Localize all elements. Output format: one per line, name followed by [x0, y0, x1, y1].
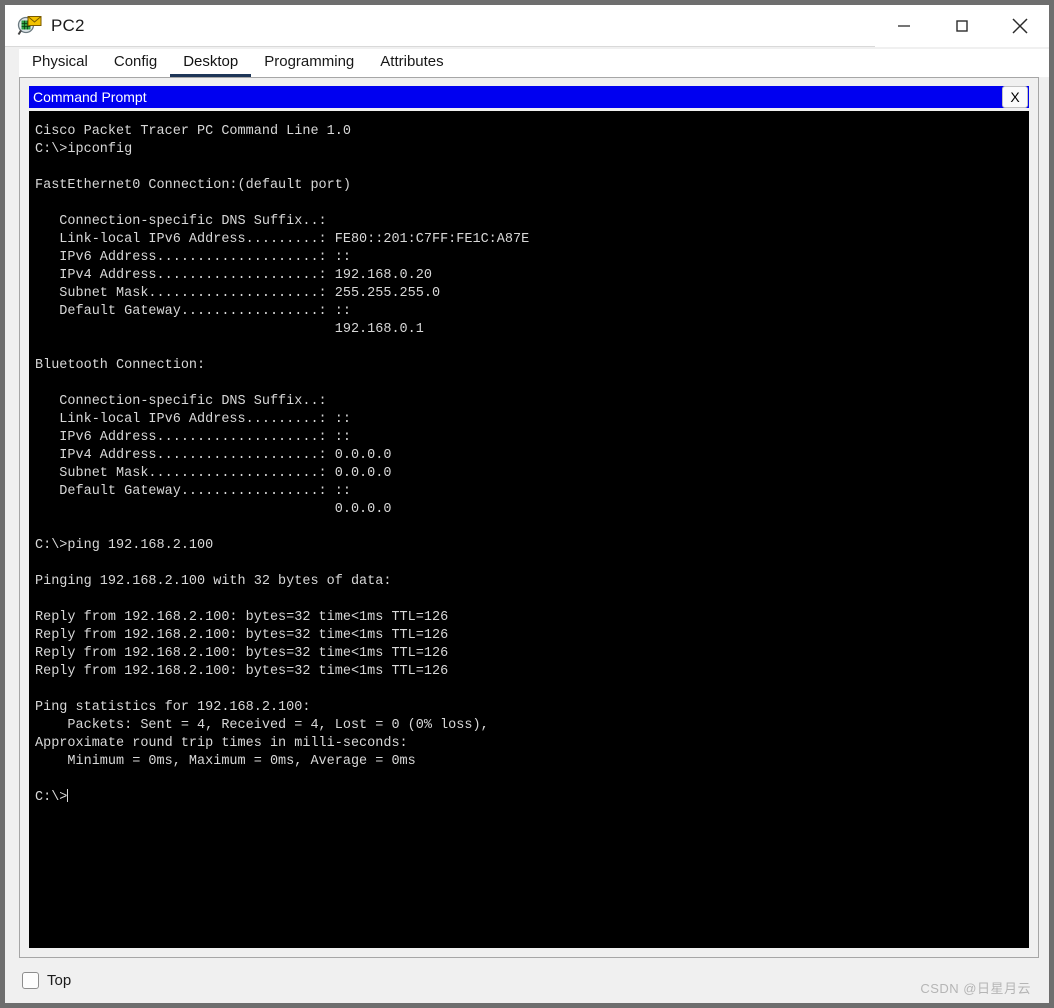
window-title: PC2: [51, 15, 85, 35]
tab-config[interactable]: Config: [100, 49, 171, 77]
maximize-button[interactable]: [933, 4, 991, 47]
top-checkbox[interactable]: [22, 972, 39, 989]
top-checkbox-label: Top: [47, 972, 72, 989]
command-prompt-titlebar: Command Prompt X: [29, 86, 1029, 108]
maximize-icon: [952, 16, 972, 36]
tab-programming[interactable]: Programming: [251, 49, 368, 77]
terminal-line: Connection-specific DNS Suffix..:: [35, 214, 327, 229]
terminal-output[interactable]: Cisco Packet Tracer PC Command Line 1.0 C…: [29, 111, 1029, 948]
terminal-line: Pinging 192.168.2.100 with 32 bytes of d…: [35, 574, 392, 589]
terminal-line: Bluetooth Connection:: [35, 358, 206, 373]
window-footer: Top CSDN @日星月云: [19, 957, 1039, 1003]
terminal-line: Link-local IPv6 Address.........: FE80::…: [35, 232, 530, 247]
terminal-cursor: [67, 789, 69, 802]
packet-tracer-device-icon: [17, 13, 43, 39]
minimize-button[interactable]: [875, 4, 933, 47]
terminal-line: Minimum = 0ms, Maximum = 0ms, Average = …: [35, 754, 416, 769]
terminal-line: IPv4 Address....................: 192.16…: [35, 268, 432, 283]
terminal-line: Subnet Mask.....................: 255.25…: [35, 286, 441, 301]
tab-label: Attributes: [380, 52, 444, 70]
command-prompt-title: Command Prompt: [33, 89, 147, 105]
tab-strip-filler: [456, 49, 1049, 77]
device-tab-strip: Physical Config Desktop Programming Attr…: [5, 47, 1049, 77]
terminal-line: Cisco Packet Tracer PC Command Line 1.0: [35, 124, 351, 139]
terminal-line: Connection-specific DNS Suffix..:: [35, 394, 327, 409]
tab-label: Desktop: [183, 52, 239, 70]
command-prompt-close-button[interactable]: X: [1002, 86, 1028, 108]
tab-desktop[interactable]: Desktop: [170, 49, 252, 77]
terminal-line: Approximate round trip times in milli-se…: [35, 736, 408, 751]
terminal-line: Subnet Mask.....................: 0.0.0.…: [35, 466, 392, 481]
terminal-line: Default Gateway.................: ::: [35, 484, 351, 499]
tab-attributes[interactable]: Attributes: [367, 49, 457, 77]
terminal-line: C:\>ping 192.168.2.100: [35, 538, 214, 553]
tab-label: Physical: [32, 52, 88, 70]
terminal-line: Link-local IPv6 Address.........: ::: [35, 412, 351, 427]
terminal-line: IPv4 Address....................: 0.0.0.…: [35, 448, 392, 463]
terminal-line: Reply from 192.168.2.100: bytes=32 time<…: [35, 610, 449, 625]
pc-device-window: PC2 Physical Config Desktop Programming …: [4, 4, 1050, 1004]
close-icon: [1008, 14, 1032, 38]
terminal-line: Packets: Sent = 4, Received = 4, Lost = …: [35, 718, 489, 733]
terminal-line: C:\>: [35, 789, 69, 805]
terminal-line: 192.168.0.1: [35, 322, 424, 337]
close-button[interactable]: [991, 4, 1049, 47]
titlebar-left-group: PC2: [5, 13, 875, 39]
terminal-line: Ping statistics for 192.168.2.100:: [35, 700, 311, 715]
terminal-line: Reply from 192.168.2.100: bytes=32 time<…: [35, 646, 449, 661]
terminal-line: C:\>ipconfig: [35, 142, 133, 157]
window-titlebar: PC2: [5, 4, 1049, 47]
tab-label: Config: [113, 52, 158, 70]
minimize-icon: [894, 16, 914, 36]
terminal-line: Reply from 192.168.2.100: bytes=32 time<…: [35, 628, 449, 643]
tab-physical[interactable]: Physical: [19, 49, 101, 77]
terminal-line: IPv6 Address....................: ::: [35, 430, 351, 445]
top-checkbox-group[interactable]: Top: [19, 972, 71, 989]
watermark-text: CSDN @日星月云: [920, 981, 1031, 996]
terminal-line: Default Gateway.................: ::: [35, 304, 351, 319]
terminal-line: 0.0.0.0: [35, 502, 392, 517]
desktop-content-panel: Command Prompt X Cisco Packet Tracer PC …: [19, 77, 1039, 957]
terminal-line: FastEthernet0 Connection:(default port): [35, 178, 351, 193]
tab-label: Programming: [264, 52, 355, 70]
terminal-line: Reply from 192.168.2.100: bytes=32 time<…: [35, 664, 449, 679]
terminal-line: IPv6 Address....................: ::: [35, 250, 351, 265]
